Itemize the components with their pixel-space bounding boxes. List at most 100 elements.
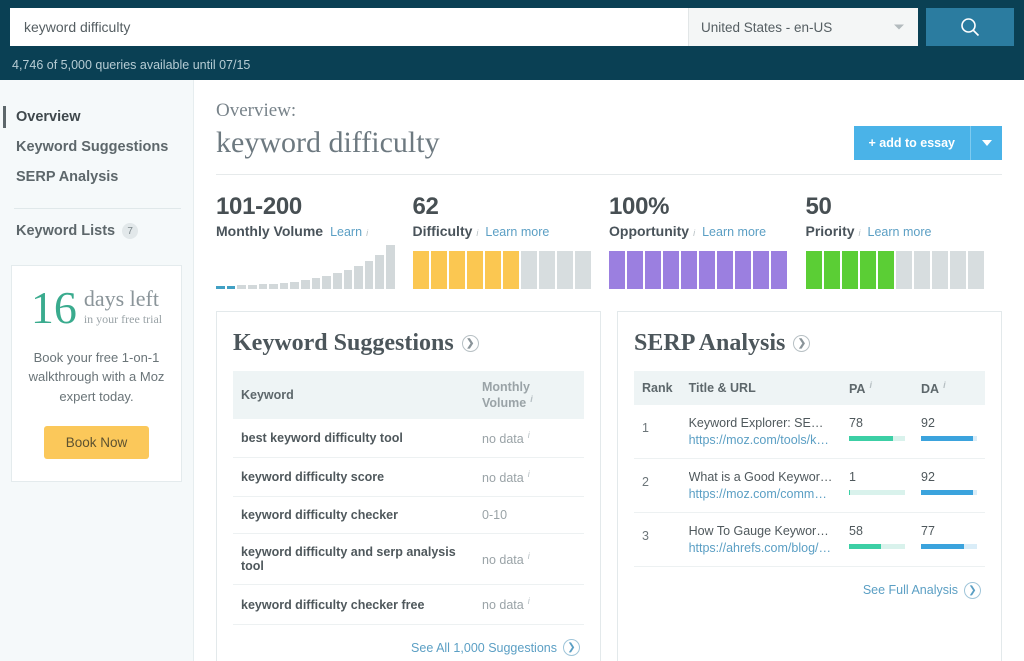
locale-dropdown[interactable]: United States - en-US: [688, 8, 918, 46]
learn-more-link[interactable]: Learn more: [702, 225, 766, 239]
rank-cell: 3: [634, 512, 681, 568]
sidebar-item-label: Keyword Lists: [16, 223, 116, 239]
see-full-analysis-label: See Full Analysis: [862, 583, 958, 598]
sparkline-bar: [311, 278, 321, 289]
sidebar-item-keyword-lists[interactable]: Keyword Lists 7: [0, 223, 193, 239]
bar-segment: [805, 251, 822, 289]
volume-value: no data: [482, 471, 524, 486]
sidebar-item-serp-analysis[interactable]: SERP Analysis: [0, 162, 193, 192]
sparkline-bar: [364, 261, 374, 289]
result-url[interactable]: https://ahrefs.com/blog/keyw...: [689, 541, 833, 555]
column-header-title-url: Title & URL: [680, 371, 841, 406]
metric-monthly-volume: 101-200 Monthly Volume Learn i: [216, 193, 413, 289]
table-row[interactable]: keyword difficulty checker 0-10: [233, 496, 584, 535]
info-icon[interactable]: i: [366, 228, 368, 238]
arrow-right-circle-icon: ❯: [964, 581, 981, 599]
bar-segment: [538, 251, 555, 289]
add-to-essay-button[interactable]: + add to essay: [853, 126, 970, 160]
table-header-row: Keyword Monthly Volume i: [233, 371, 584, 420]
book-now-button[interactable]: Book Now: [43, 426, 150, 460]
da-cell: 77: [913, 512, 985, 568]
serp-analysis-body: 1 Keyword Explorer: SEO Keyw... https://mo…: [634, 405, 985, 568]
bar-segment: [609, 251, 626, 289]
search-input[interactable]: [10, 8, 688, 46]
pa-cell: 1: [841, 458, 913, 514]
info-icon[interactable]: i: [476, 228, 478, 238]
table-row[interactable]: 2 What is a Good Keyword Diff... https://m…: [634, 458, 985, 514]
bar-segment: [877, 251, 894, 289]
info-icon[interactable]: i: [859, 228, 861, 238]
bar-segment: [412, 251, 429, 289]
info-icon[interactable]: i: [528, 469, 530, 479]
volume-cell: no data i: [474, 584, 584, 625]
bar-segment: [448, 251, 465, 289]
table-row[interactable]: keyword difficulty score no data i: [233, 457, 584, 498]
see-all-suggestions-link[interactable]: See All 1,000 Suggestions ❯: [411, 639, 580, 657]
bar-segment: [645, 251, 662, 289]
result-url[interactable]: https://moz.com/tools/keywo...: [689, 433, 833, 447]
page-eyebrow: Overview:: [216, 100, 297, 121]
table-row[interactable]: keyword difficulty checker free no data i: [233, 584, 584, 625]
da-bar: [921, 436, 977, 442]
metric-label: Opportunity: [609, 223, 690, 239]
volume-cell: no data i: [474, 457, 584, 498]
bar-segment: [753, 251, 770, 289]
sidebar-item-overview[interactable]: Overview: [0, 102, 193, 132]
volume-value: 0-10: [482, 508, 508, 523]
bar-segment: [967, 251, 984, 289]
info-icon[interactable]: i: [528, 596, 530, 606]
learn-more-link[interactable]: Learn more: [868, 225, 932, 239]
info-icon[interactable]: i: [869, 380, 872, 390]
bar-segment: [931, 251, 948, 289]
title-url-cell: How To Gauge Keyword Diffic... https://ah…: [680, 512, 841, 568]
volume-cell: no data i: [474, 533, 584, 586]
bar-segment: [502, 251, 519, 289]
table-row[interactable]: keyword difficulty and serp analysis too…: [233, 533, 584, 586]
opportunity-bar: [609, 251, 788, 289]
result-url[interactable]: https://moz.com/community/q...: [689, 487, 833, 501]
arrow-right-circle-icon[interactable]: ❯: [793, 335, 811, 352]
info-icon[interactable]: i: [528, 551, 530, 561]
chevron-down-icon: [981, 140, 992, 146]
add-to-essay-dropdown-button[interactable]: [970, 126, 1002, 160]
sidebar-item-keyword-suggestions[interactable]: Keyword Suggestions: [0, 132, 193, 162]
info-icon[interactable]: i: [693, 228, 695, 238]
panels-row: Keyword Suggestions ❯ Keyword Monthly Vo…: [216, 311, 1002, 661]
bar-segment: [556, 251, 573, 289]
bar-segment: [771, 251, 788, 289]
pa-value: 78: [849, 416, 863, 431]
keyword-panel-footer: See All 1,000 Suggestions ❯: [233, 625, 584, 659]
trial-body-text: Book your free 1-on-1 walkthrough with a…: [28, 349, 165, 404]
page-header: Overview: keyword difficulty + add to es…: [216, 100, 1002, 175]
main-content: Overview: keyword difficulty + add to es…: [194, 80, 1024, 661]
bar-segment: [466, 251, 483, 289]
table-row[interactable]: best keyword difficulty tool no data i: [233, 419, 584, 459]
serp-panel-footer: See Full Analysis ❯: [634, 567, 985, 601]
metric-value: 100%: [609, 193, 670, 220]
panel-title: SERP Analysis ❯: [634, 330, 985, 357]
metric-opportunity: 100% Opportunity i Learn more: [609, 193, 806, 289]
table-row[interactable]: 3 How To Gauge Keyword Diffic... https://a…: [634, 512, 985, 568]
column-header-label: PA: [849, 382, 866, 397]
arrow-right-circle-icon: ❯: [563, 639, 580, 657]
info-icon[interactable]: i: [943, 380, 946, 390]
pa-cell: 58: [841, 512, 913, 568]
learn-more-link[interactable]: Learn: [330, 225, 362, 239]
keyword-suggestions-panel: Keyword Suggestions ❯ Keyword Monthly Vo…: [216, 311, 601, 661]
bar-segment: [841, 251, 858, 289]
sparkline-bar: [226, 286, 236, 289]
info-icon[interactable]: i: [530, 394, 533, 404]
metric-value: 101-200: [216, 193, 302, 220]
arrow-right-circle-icon[interactable]: ❯: [461, 335, 479, 352]
locale-value: United States - en-US: [701, 19, 833, 35]
metric-value: 50: [805, 193, 832, 220]
da-bar: [921, 544, 977, 550]
see-full-analysis-link[interactable]: See Full Analysis ❯: [862, 581, 981, 599]
keyword-cell: keyword difficulty checker free: [233, 584, 474, 625]
learn-more-link[interactable]: Learn more: [485, 225, 549, 239]
trial-headline: 16 days left in your free trial: [24, 285, 169, 331]
table-row[interactable]: 1 Keyword Explorer: SEO Keyw... https://mo…: [634, 405, 985, 460]
search-button[interactable]: [926, 8, 1014, 46]
info-icon[interactable]: i: [528, 430, 530, 440]
sparkline-bar: [343, 270, 353, 289]
